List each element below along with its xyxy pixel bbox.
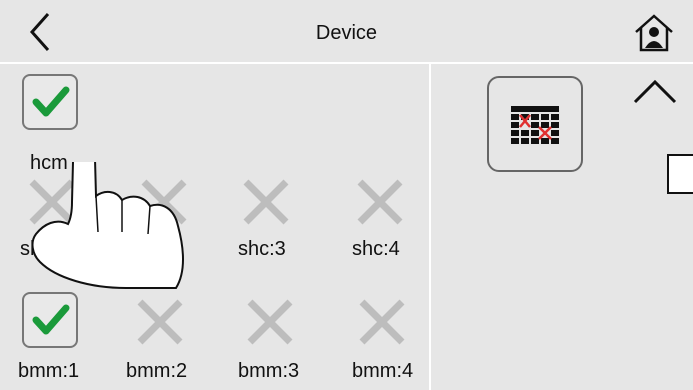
checkmark-icon xyxy=(32,86,70,117)
device-cell-shc2: shc:2 xyxy=(126,172,196,262)
device-label: bmm:4 xyxy=(352,360,414,382)
device-cell-bmm3: bmm:3 xyxy=(238,292,318,382)
chevron-up-icon xyxy=(633,79,677,104)
scroll-up-button[interactable] xyxy=(631,74,679,110)
cross-icon xyxy=(137,299,183,345)
checkbox-hcm[interactable] xyxy=(22,74,78,130)
checkbox-bmm1[interactable] xyxy=(22,292,78,348)
device-cell-bmm2: bmm:2 xyxy=(126,292,206,382)
home-user-icon xyxy=(635,14,673,52)
device-cell-bmm4: bmm:4 xyxy=(352,292,428,382)
checkmark-icon xyxy=(32,304,70,335)
side-panel xyxy=(431,64,693,390)
cross-icon xyxy=(359,299,405,345)
cross-icon xyxy=(141,179,187,225)
device-cell-hcm[interactable]: hcm xyxy=(22,74,102,174)
header-bar: Device xyxy=(0,0,693,64)
calendar-icon xyxy=(511,106,559,144)
device-label: shc:1 xyxy=(20,238,68,260)
cross-icon xyxy=(247,299,293,345)
home-button[interactable] xyxy=(633,12,675,54)
device-grid: hcm shc:1 shc:2 shc:3 shc:4 bmm:1 bmm:2 … xyxy=(0,64,428,390)
cross-icon xyxy=(243,179,289,225)
device-cell-shc4: shc:4 xyxy=(352,172,422,262)
device-label: shc:3 xyxy=(238,238,286,260)
page-title: Device xyxy=(315,22,378,44)
cross-icon xyxy=(29,179,75,225)
device-label: bmm:3 xyxy=(238,360,300,382)
device-label: shc:2 xyxy=(128,238,176,260)
side-toggle-box[interactable] xyxy=(667,154,693,194)
calendar-button[interactable] xyxy=(487,76,583,172)
device-label: shc:4 xyxy=(352,238,400,260)
device-cell-shc1: shc:1 xyxy=(18,172,88,262)
device-label: bmm:2 xyxy=(126,360,188,382)
cross-icon xyxy=(357,179,403,225)
device-label: bmm:1 xyxy=(18,360,80,382)
device-cell-shc3: shc:3 xyxy=(238,172,308,262)
device-cell-bmm1[interactable]: bmm:1 xyxy=(18,292,98,382)
